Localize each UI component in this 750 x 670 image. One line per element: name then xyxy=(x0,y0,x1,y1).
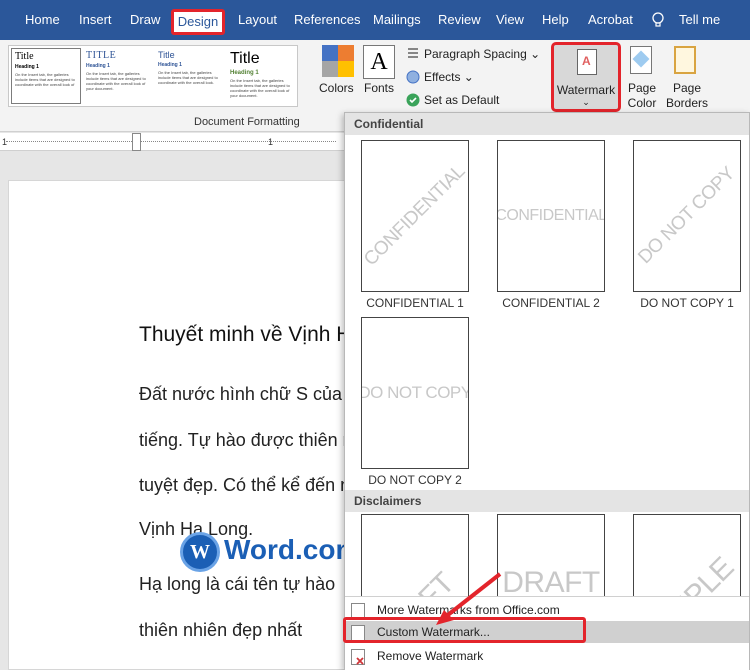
effects-label: Effects xyxy=(424,70,461,84)
horizontal-ruler: 1 1 xyxy=(0,133,345,151)
document-line: Hạ long là cái tên tự hào xyxy=(139,574,336,594)
chevron-down-icon: ⌄ xyxy=(582,97,590,107)
tab-acrobat[interactable]: Acrobat xyxy=(588,12,633,27)
logo-mark: W xyxy=(180,532,220,572)
paragraph-spacing-label: Paragraph Spacing xyxy=(424,47,527,61)
fonts-icon[interactable]: A xyxy=(363,45,395,79)
watermark-preview: CONFIDENTIAL xyxy=(497,140,605,292)
watermark-preview-text: CONFIDENTIAL xyxy=(497,207,605,224)
checkmark-icon xyxy=(406,93,420,107)
page-borders-button[interactable]: Page Borders xyxy=(665,81,709,111)
page-color-icon[interactable] xyxy=(630,46,652,74)
tab-review[interactable]: Review xyxy=(438,12,481,27)
watermark-preview: DO NOT COPY xyxy=(361,317,469,469)
ruler-mark: 1 xyxy=(2,137,8,147)
watermark-preview-text: DO NOT COPY xyxy=(361,383,469,402)
watermark-icon: A xyxy=(577,49,597,75)
watermark-option-confidential-2[interactable]: CONFIDENTIAL CONFIDENTIAL 2 xyxy=(488,140,614,310)
watermark-button[interactable]: A Watermark ⌄ xyxy=(551,42,621,112)
watermark-gallery-dropdown: Confidential CONFIDENTIAL CONFIDENTIAL 1… xyxy=(344,112,750,670)
watermark-caption: CONFIDENTIAL 2 xyxy=(502,296,600,310)
watermark-preview-text: SAMPLE xyxy=(634,551,740,596)
remove-watermark-menu-item[interactable]: Remove Watermark xyxy=(345,645,749,667)
tell-me-search[interactable]: Tell me xyxy=(679,12,720,27)
paragraph-spacing-icon xyxy=(406,47,420,61)
remove-watermark-icon xyxy=(351,649,365,665)
document-line: Đất nước hình chữ S của chúng ta xyxy=(139,384,345,404)
document-title: Thuyết minh về Vịnh Hạ Long xyxy=(139,323,345,346)
lightbulb-icon xyxy=(651,12,665,31)
fonts-button[interactable]: Fonts xyxy=(364,81,394,95)
indent-marker[interactable] xyxy=(132,133,141,151)
watermark-preview: DRAFT xyxy=(497,514,605,596)
watermark-label: Watermark xyxy=(556,83,616,97)
watermark-option-sample-1[interactable]: SAMPLE xyxy=(624,514,750,596)
watermark-preview: DO NOT COPY xyxy=(633,140,741,292)
set-as-default-label: Set as Default xyxy=(424,93,500,107)
document-line: thiên nhiên đẹp nhất xyxy=(139,620,303,640)
effects-icon xyxy=(406,70,420,84)
menu-item-label: Remove Watermark xyxy=(377,649,484,663)
tab-view[interactable]: View xyxy=(496,12,524,27)
page-borders-icon[interactable] xyxy=(674,46,696,74)
effects-button[interactable]: Effects ⌄ xyxy=(406,70,474,84)
watermark-option-do-not-copy-2[interactable]: DO NOT COPY DO NOT COPY 2 xyxy=(352,317,478,487)
watermark-caption: CONFIDENTIAL 1 xyxy=(366,296,464,310)
tab-mailings[interactable]: Mailings xyxy=(373,12,421,27)
section-heading-confidential: Confidential xyxy=(345,113,749,135)
watermark-caption: DO NOT COPY 2 xyxy=(368,473,462,487)
paragraph-spacing-button[interactable]: Paragraph Spacing ⌄ xyxy=(406,47,540,61)
watermark-preview-text: CONFIDENTIAL xyxy=(361,161,469,271)
pointer-arrow-icon xyxy=(436,572,502,625)
document-page[interactable]: Thuyết minh về Vịnh Hạ Long Đất nước hìn… xyxy=(8,180,345,670)
watermark-option-confidential-1[interactable]: CONFIDENTIAL CONFIDENTIAL 1 xyxy=(352,140,478,310)
tab-help[interactable]: Help xyxy=(542,12,569,27)
watermark-preview-text: DRAFT xyxy=(502,565,600,597)
page-color-button[interactable]: Page Color xyxy=(622,81,662,111)
section-heading-disclaimers: Disclaimers xyxy=(345,490,749,512)
watermark-preview: CONFIDENTIAL xyxy=(361,140,469,292)
document-line: tuyệt đẹp. Có thể kể đến như xyxy=(139,475,345,495)
watermark-caption: DO NOT COPY 1 xyxy=(640,296,734,310)
watermark-option-do-not-copy-1[interactable]: DO NOT COPY DO NOT COPY 1 xyxy=(624,140,750,310)
watermark-preview: SAMPLE xyxy=(633,514,741,596)
set-as-default-button[interactable]: Set as Default xyxy=(406,93,499,107)
watermark-preview-text: DO NOT COPY xyxy=(634,163,740,269)
ruler-mark: 1 xyxy=(268,137,274,147)
document-line: tiếng. Tự hào được thiên nhiên ưu đãi xyxy=(139,430,345,450)
